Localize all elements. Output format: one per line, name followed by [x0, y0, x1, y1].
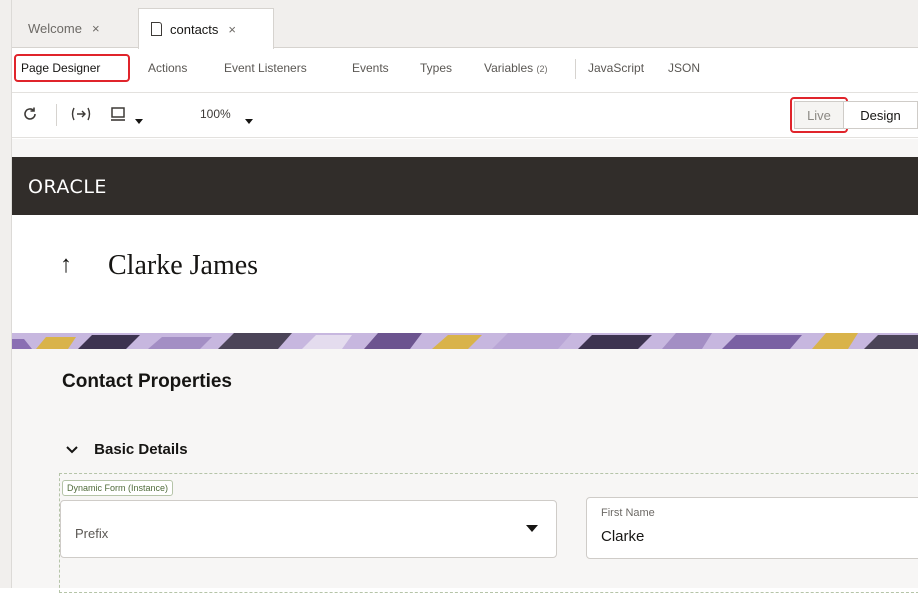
- close-icon[interactable]: ×: [92, 21, 100, 36]
- designer-tab-bar: Page Designer Actions Event Listeners Ev…: [12, 49, 918, 93]
- page-designer-highlight: [14, 54, 130, 82]
- tab-welcome[interactable]: Welcome ×: [16, 8, 134, 49]
- tab-actions[interactable]: Actions: [148, 61, 187, 75]
- back-arrow-icon[interactable]: ↑: [60, 251, 72, 279]
- chevron-down-icon[interactable]: [134, 113, 144, 128]
- left-gutter: [0, 0, 12, 588]
- prefix-select[interactable]: Prefix: [60, 500, 557, 558]
- first-name-label: First Name: [601, 507, 655, 519]
- tab-event-listeners[interactable]: Event Listeners: [224, 61, 307, 75]
- vbstudio-window: Welcome × contacts × Page Designer Actio…: [0, 0, 918, 593]
- tab-contacts[interactable]: contacts ×: [138, 8, 274, 49]
- file-tab-bar: Welcome × contacts ×: [12, 0, 918, 49]
- toggle-code-icon[interactable]: [70, 106, 92, 125]
- tab-variables-label: Variables: [484, 61, 534, 75]
- decorative-banner: [12, 333, 918, 349]
- tab-types[interactable]: Types: [420, 61, 452, 75]
- device-icon[interactable]: [110, 107, 126, 125]
- basic-details-header[interactable]: Basic Details: [66, 441, 188, 458]
- refresh-icon[interactable]: [22, 106, 38, 125]
- tab-welcome-label: Welcome: [28, 21, 82, 36]
- page-title: Clarke James: [108, 250, 259, 281]
- tab-contacts-label: contacts: [170, 21, 219, 37]
- chevron-down-icon: [66, 441, 78, 458]
- chevron-down-icon: [526, 525, 538, 532]
- tab-divider: [575, 59, 576, 79]
- prefix-placeholder: Prefix: [75, 526, 109, 541]
- variables-count: (2): [536, 64, 548, 74]
- tab-json[interactable]: JSON: [668, 61, 700, 75]
- tab-events[interactable]: Events: [352, 61, 389, 75]
- page-title-bar: ↑ Clarke James: [12, 215, 918, 333]
- first-name-value: Clarke: [601, 528, 645, 545]
- live-highlight: [790, 97, 848, 133]
- designer-toolbar: 100% Live Design: [12, 94, 918, 138]
- tab-variables[interactable]: Variables (2): [484, 61, 547, 75]
- design-mode-button[interactable]: Design: [844, 101, 918, 129]
- chevron-down-icon[interactable]: [244, 113, 254, 128]
- close-icon[interactable]: ×: [228, 22, 236, 37]
- dynamic-form-label[interactable]: Dynamic Form (Instance): [62, 480, 174, 496]
- app-header: ORACLE: [12, 157, 918, 215]
- document-icon: [151, 22, 162, 36]
- toolbar-divider: [56, 104, 57, 126]
- oracle-logo: ORACLE: [28, 176, 107, 198]
- page-preview: ORACLE ↑ Clarke James Contact Properties…: [12, 139, 918, 593]
- section-title: Contact Properties: [62, 371, 232, 392]
- basic-details-label: Basic Details: [94, 441, 188, 458]
- zoom-level[interactable]: 100%: [200, 107, 231, 121]
- tab-javascript[interactable]: JavaScript: [588, 61, 644, 75]
- first-name-field[interactable]: First Name Clarke: [586, 497, 918, 559]
- form-area: Contact Properties Basic Details Dynamic…: [12, 349, 918, 593]
